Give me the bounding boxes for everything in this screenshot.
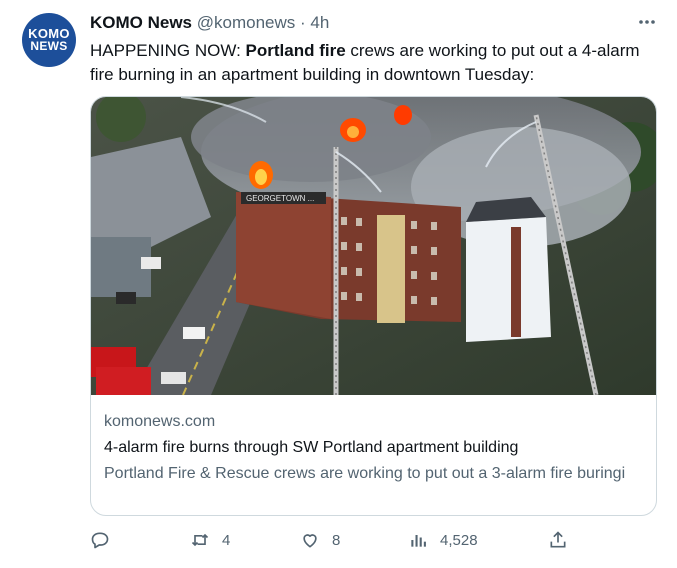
tweet-text-prefix: HAPPENING NOW:	[90, 41, 246, 60]
analytics-icon	[411, 535, 426, 547]
views-button[interactable]: 4,528	[408, 530, 478, 550]
user-handle[interactable]: @komonews	[197, 13, 296, 32]
views-count: 4,528	[440, 531, 478, 549]
display-name[interactable]: KOMO News	[90, 13, 192, 32]
timestamp[interactable]: 4h	[310, 13, 329, 32]
share-icon	[550, 531, 566, 548]
reply-button[interactable]	[90, 530, 122, 550]
heart-icon	[303, 534, 317, 548]
tweet-header: KOMO News @komonews · 4h	[90, 13, 329, 33]
avatar-text-2: NEWS	[30, 39, 68, 53]
share-button[interactable]	[548, 530, 568, 550]
card-meta: komonews.com 4-alarm fire burns through …	[104, 410, 644, 486]
card-domain: komonews.com	[104, 413, 216, 430]
card-image[interactable]: GEORGETOWN ...	[91, 97, 657, 395]
avatar[interactable]: KOMO NEWS	[22, 13, 76, 67]
link-card[interactable]: GEORGETOWN ... komonews.com 4-alarm fire…	[90, 96, 657, 516]
action-bar: 4 8 4,528	[90, 530, 657, 556]
more-dots-icon	[639, 20, 655, 24]
more-options-icon[interactable]	[637, 12, 657, 37]
tweet-text-bold: Portland fire	[245, 41, 346, 60]
retweet-count: 4	[222, 531, 231, 549]
retweet-button[interactable]: 4	[190, 530, 230, 550]
tweet[interactable]: KOMO NEWS KOMO News @komonews · 4h HAPPE…	[0, 0, 677, 568]
retweet-icon	[191, 533, 209, 547]
card-title[interactable]: 4-alarm fire burns through SW Portland a…	[104, 436, 644, 460]
tweet-text: HAPPENING NOW: Portland fire crews are w…	[90, 39, 655, 87]
card-description: Portland Fire & Rescue crews are working…	[104, 465, 626, 482]
like-button[interactable]: 8	[300, 530, 340, 550]
separator: ·	[300, 13, 306, 32]
like-count: 8	[332, 531, 341, 549]
reply-icon	[91, 532, 109, 549]
building-sign: GEORGETOWN ...	[246, 194, 314, 203]
